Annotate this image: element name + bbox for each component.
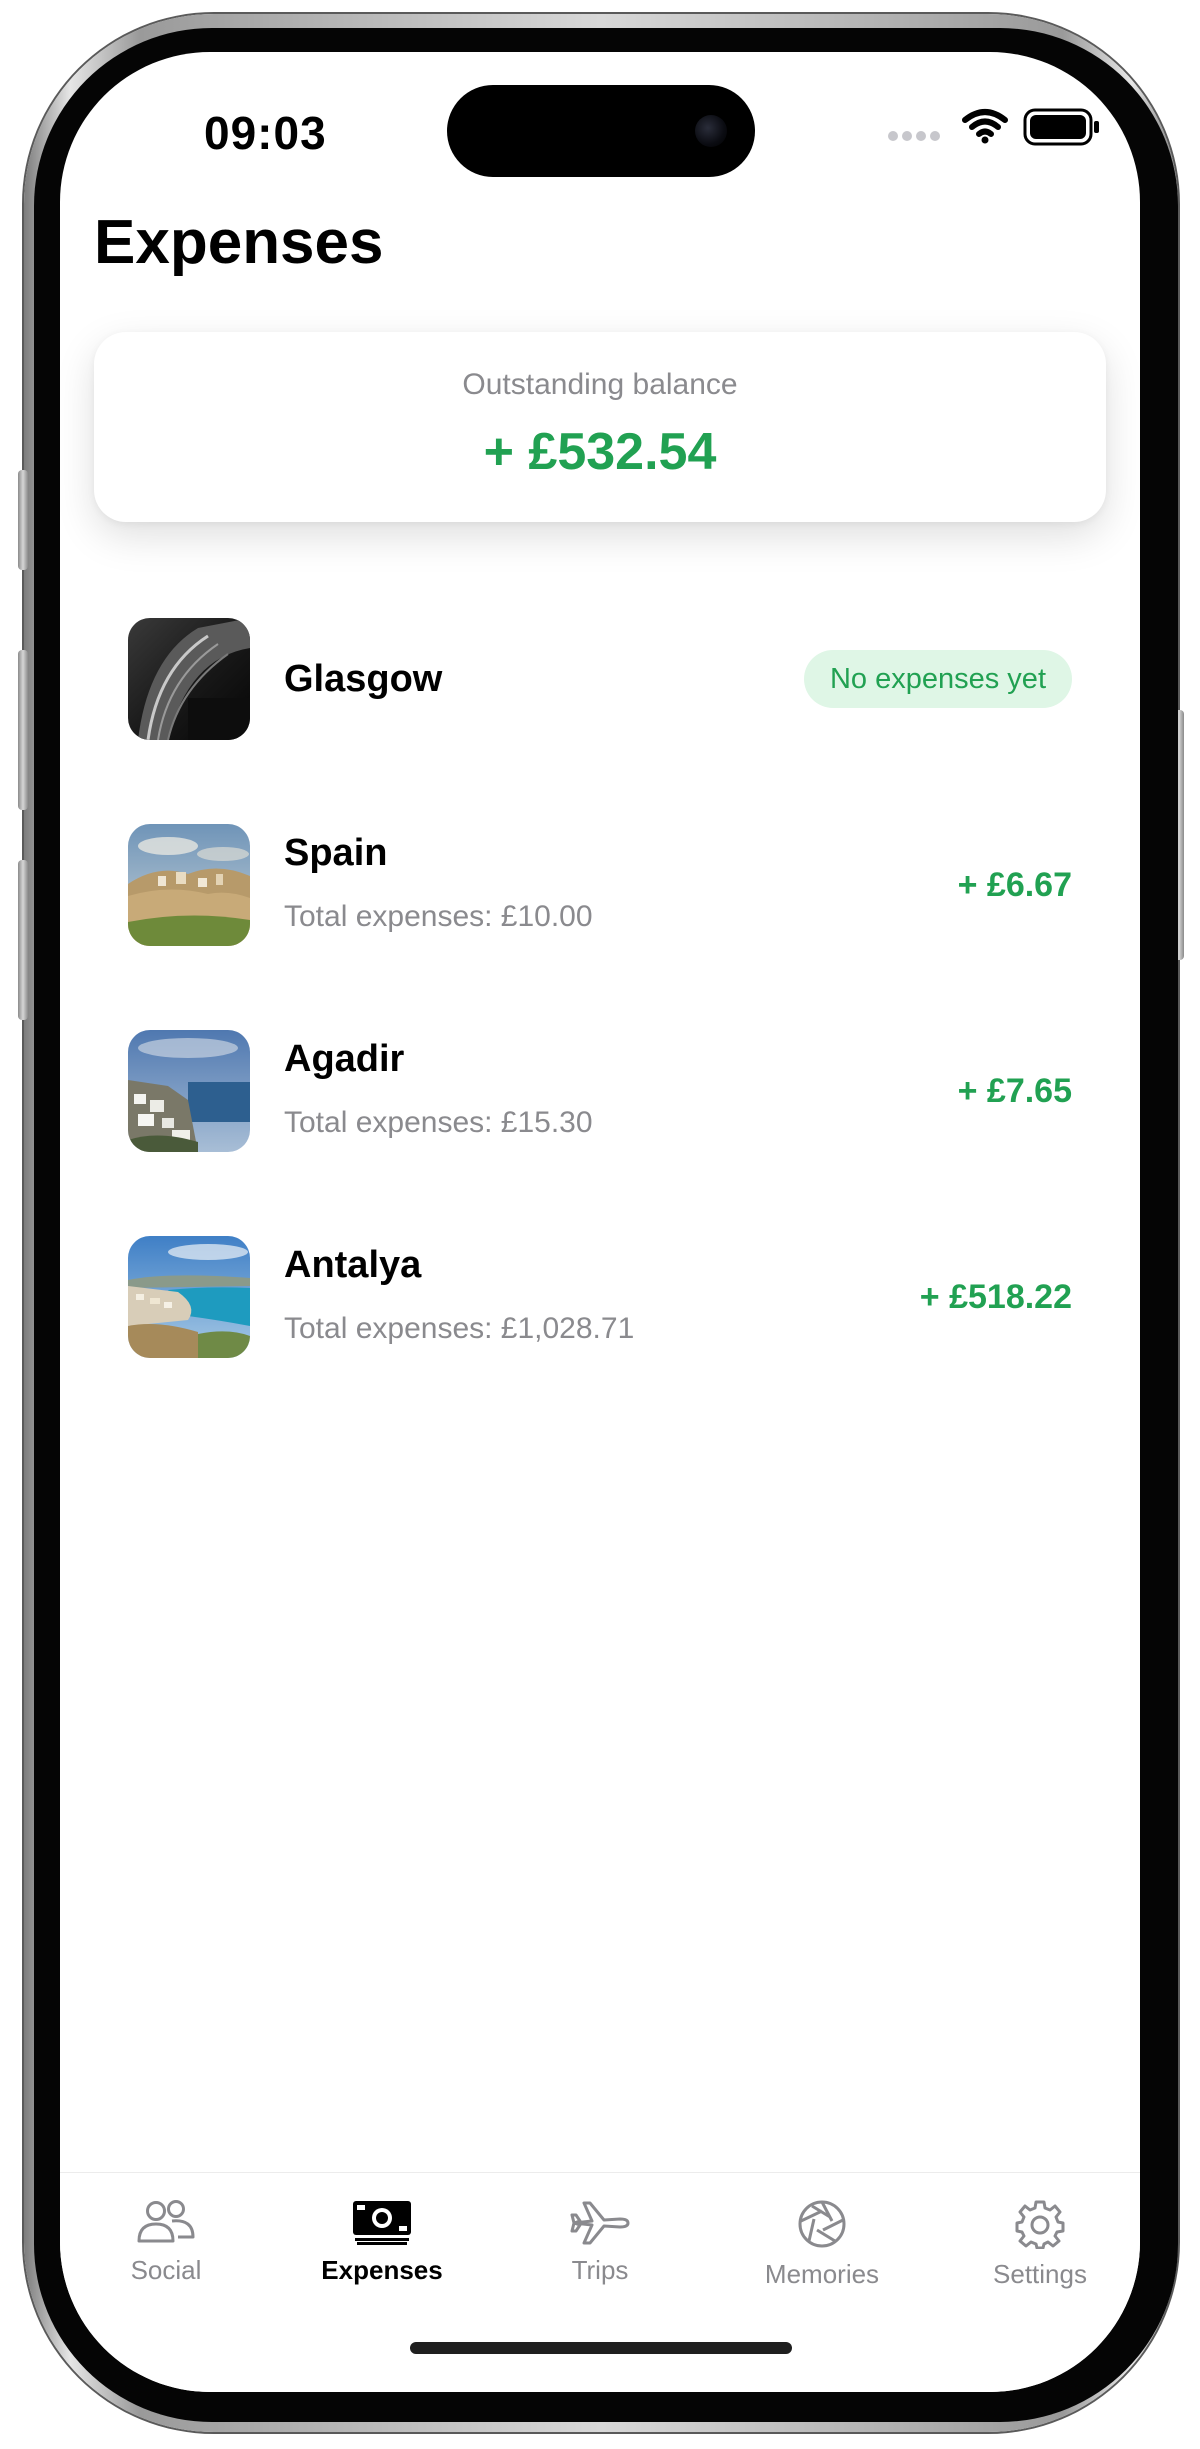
trip-name: Glasgow bbox=[284, 658, 443, 700]
airplane-icon bbox=[570, 2201, 630, 2245]
trip-row-agadir[interactable]: Agadir Total expenses: £15.30 + £7.65 bbox=[128, 1030, 1072, 1154]
trip-balance: + £7.65 bbox=[957, 1072, 1072, 1110]
battery-icon bbox=[1023, 108, 1099, 146]
tab-label: Settings bbox=[993, 2259, 1087, 2289]
app-screen: 09:03 Expenses Outstanding balance + £53… bbox=[60, 52, 1140, 2392]
status-time: 09:03 bbox=[204, 107, 327, 159]
tab-settings[interactable]: Settings bbox=[940, 2199, 1140, 2309]
balance-label: Outstanding balance bbox=[462, 368, 738, 401]
trip-name: Spain bbox=[284, 832, 388, 874]
front-camera-icon bbox=[695, 115, 727, 147]
tab-social[interactable]: Social bbox=[66, 2199, 266, 2309]
trip-image bbox=[128, 1030, 250, 1152]
page-title: Expenses bbox=[94, 208, 384, 277]
people-icon bbox=[137, 2200, 195, 2243]
trip-total-expenses: Total expenses: £1,028.71 bbox=[284, 1312, 635, 1345]
trip-balance: + £518.22 bbox=[919, 1278, 1072, 1316]
trip-balance: + £6.67 bbox=[957, 866, 1072, 904]
no-expenses-badge: No expenses yet bbox=[803, 650, 1072, 708]
gear-icon bbox=[1015, 2200, 1065, 2249]
status-indicators bbox=[825, 108, 1105, 148]
tab-memories[interactable]: Memories bbox=[722, 2199, 922, 2309]
tab-label: Social bbox=[130, 2255, 202, 2285]
trip-row-spain[interactable]: Spain Total expenses: £10.00 + £6.67 bbox=[128, 824, 1072, 948]
trip-total-expenses: Total expenses: £15.30 bbox=[284, 1106, 593, 1139]
trip-row-glasgow[interactable]: Glasgow No expenses yet bbox=[128, 618, 1072, 742]
trip-row-antalya[interactable]: Antalya Total expenses: £1,028.71 + £518… bbox=[128, 1236, 1072, 1360]
tab-bar: Social Expenses Trips Memories Settings bbox=[60, 2172, 1140, 2392]
balance-card: Outstanding balance + £532.54 bbox=[94, 332, 1106, 522]
signal-dots-icon bbox=[888, 131, 940, 141]
volume-up-button bbox=[18, 650, 28, 810]
balance-amount: + £532.54 bbox=[483, 423, 717, 481]
dynamic-island bbox=[447, 85, 755, 177]
trip-image bbox=[128, 824, 250, 946]
wifi-icon bbox=[962, 109, 1008, 144]
trip-image bbox=[128, 618, 250, 740]
tab-label: Trips bbox=[571, 2255, 629, 2285]
tab-trips[interactable]: Trips bbox=[500, 2199, 700, 2309]
volume-down-button bbox=[18, 860, 28, 1020]
tab-expenses[interactable]: Expenses bbox=[282, 2199, 482, 2309]
tab-label: Memories bbox=[764, 2259, 880, 2289]
aperture-icon bbox=[798, 2200, 846, 2248]
trip-name: Agadir bbox=[284, 1038, 405, 1080]
banknote-icon bbox=[353, 2201, 411, 2245]
trip-name: Antalya bbox=[284, 1244, 422, 1286]
home-indicator[interactable] bbox=[410, 2342, 792, 2354]
action-button bbox=[18, 470, 28, 570]
trip-total-expenses: Total expenses: £10.00 bbox=[284, 900, 593, 933]
tab-label: Expenses bbox=[321, 2255, 443, 2285]
trip-image bbox=[128, 1236, 250, 1358]
